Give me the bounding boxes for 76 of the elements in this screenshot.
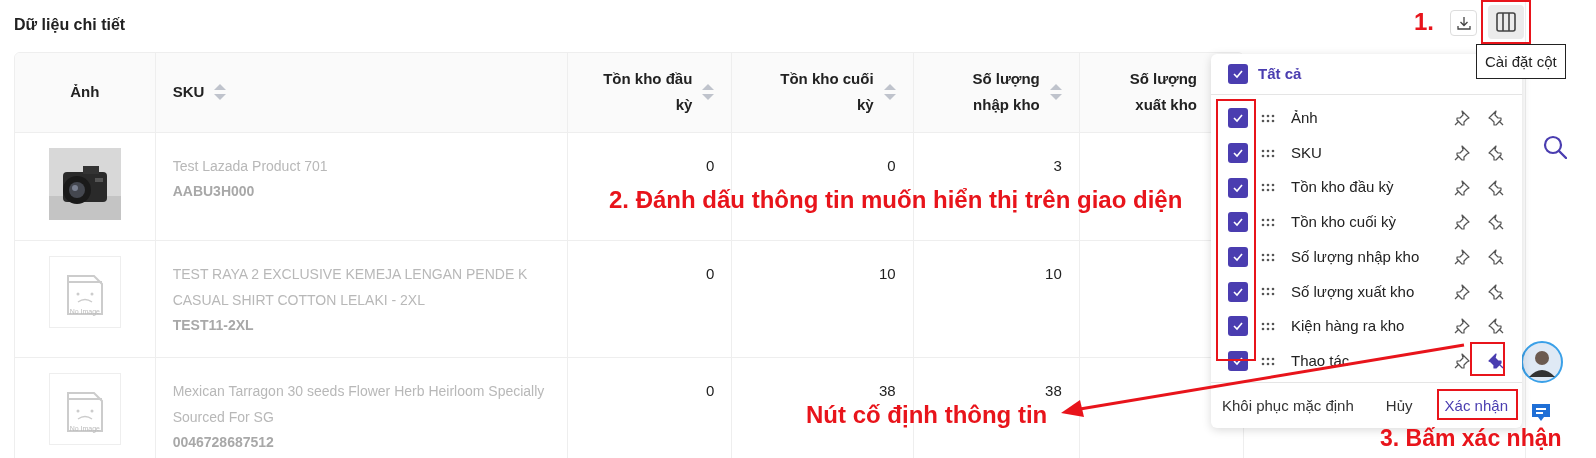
column-label: Ảnh bbox=[1291, 108, 1319, 129]
table-cell: 38 bbox=[878, 381, 896, 399]
table-cell: 10 bbox=[1045, 264, 1062, 282]
pin-icon[interactable] bbox=[1487, 282, 1505, 301]
annotation-text: Nút cố định thông tin bbox=[806, 401, 1048, 429]
text-button[interactable]: Khôi phục mặc định bbox=[1222, 395, 1354, 418]
chat-icon[interactable] bbox=[1531, 403, 1551, 422]
confirm-button[interactable]: Xác nhận bbox=[1444, 395, 1508, 418]
drag-handle-icon[interactable] bbox=[1261, 287, 1275, 297]
pin-icon[interactable] bbox=[1487, 317, 1505, 336]
checkbox[interactable] bbox=[1228, 177, 1248, 198]
annotation-text: 3. Bấm xác nhận bbox=[1380, 424, 1562, 452]
highlight-frame bbox=[1470, 342, 1505, 376]
checkbox[interactable] bbox=[1228, 351, 1248, 372]
avatar[interactable] bbox=[1521, 341, 1563, 383]
pin-icon[interactable] bbox=[1487, 178, 1505, 197]
pin-icon[interactable] bbox=[1487, 352, 1505, 371]
tooltip: Cài đặt cột bbox=[1476, 44, 1566, 79]
table-cell: 38 bbox=[1045, 381, 1062, 399]
product-sku: TEST11-2XL bbox=[172, 315, 255, 335]
table-cell: 10 bbox=[878, 264, 896, 282]
column-label: Tồn kho cuối kỳ bbox=[1291, 212, 1398, 233]
checkbox[interactable] bbox=[1228, 64, 1248, 84]
highlight-frame bbox=[1481, 0, 1531, 44]
text-button[interactable]: Hủy bbox=[1385, 395, 1413, 418]
checkbox[interactable] bbox=[1228, 281, 1248, 302]
product-sku: 0046728687512 bbox=[172, 432, 275, 452]
pin-icon[interactable] bbox=[1487, 109, 1505, 128]
pin-icon[interactable] bbox=[1453, 352, 1471, 371]
drag-handle-icon[interactable] bbox=[1261, 148, 1275, 158]
column-label: SKU bbox=[1291, 142, 1323, 163]
product-name: TEST RAYA 2 EXCLUSIVE KEMEJA LENGAN PENDE K CASUAL SHIRT COTTON LELAKI - 2XL bbox=[172, 264, 529, 310]
column-label: Kiện hàng ra kho bbox=[1291, 316, 1406, 337]
annotation-text: 2. Đánh dấu thông tin muốn hiển thị trên giao diện bbox=[609, 186, 1183, 214]
pin-icon[interactable] bbox=[1453, 109, 1471, 128]
pin-icon[interactable] bbox=[1453, 317, 1471, 336]
product-name: Test Lazada Product 701 bbox=[172, 156, 329, 176]
column-label: Số lượng nhập kho bbox=[1291, 246, 1421, 267]
download-button[interactable] bbox=[1450, 10, 1477, 36]
drag-handle-icon[interactable] bbox=[1261, 217, 1275, 227]
checkbox[interactable] bbox=[1228, 143, 1248, 164]
table-cell: 3 bbox=[1053, 156, 1062, 174]
checkbox[interactable] bbox=[1228, 108, 1248, 129]
drag-handle-icon[interactable] bbox=[1261, 252, 1275, 262]
checkbox[interactable] bbox=[1228, 247, 1248, 268]
column-label: Tồn kho đầu kỳ bbox=[1291, 177, 1395, 198]
section-title: Dữ liệu chi tiết bbox=[14, 15, 126, 35]
drag-handle-icon[interactable] bbox=[1261, 183, 1275, 193]
table-cell: 0 bbox=[706, 381, 715, 399]
drag-handle-icon[interactable] bbox=[1261, 321, 1275, 331]
drag-handle-icon[interactable] bbox=[1261, 113, 1275, 123]
column-header[interactable]: Ảnh bbox=[70, 79, 100, 106]
pin-icon[interactable] bbox=[1453, 144, 1471, 163]
drag-handle-icon[interactable] bbox=[1261, 356, 1275, 366]
annotation-text: 1. bbox=[1414, 8, 1434, 36]
checkbox[interactable] bbox=[1228, 212, 1248, 233]
pin-icon[interactable] bbox=[1453, 178, 1471, 197]
search-icon[interactable] bbox=[1543, 135, 1567, 159]
pin-icon[interactable] bbox=[1453, 213, 1471, 232]
columns-icon bbox=[1496, 12, 1516, 32]
pin-icon[interactable] bbox=[1453, 282, 1471, 301]
table-cell: 0 bbox=[887, 156, 896, 174]
pin-icon[interactable] bbox=[1453, 248, 1471, 267]
download-icon bbox=[1456, 16, 1471, 30]
select-all-label: Tất cả bbox=[1258, 63, 1302, 84]
column-settings-button[interactable] bbox=[1488, 5, 1524, 39]
product-name: Mexican Tarragon 30 seeds Flower Herb Heirloom Specially Sourced For SG bbox=[172, 381, 546, 427]
product-sku: AABU3H000 bbox=[172, 181, 256, 201]
table-cell: 0 bbox=[706, 264, 715, 282]
table-cell: 0 bbox=[706, 156, 715, 174]
pin-icon[interactable] bbox=[1487, 144, 1505, 163]
column-label: Số lượng xuất kho bbox=[1291, 281, 1416, 302]
pin-icon[interactable] bbox=[1487, 248, 1505, 267]
column-header[interactable]: SKU bbox=[172, 79, 205, 106]
pin-icon[interactable] bbox=[1487, 213, 1505, 232]
checkbox[interactable] bbox=[1228, 316, 1248, 337]
